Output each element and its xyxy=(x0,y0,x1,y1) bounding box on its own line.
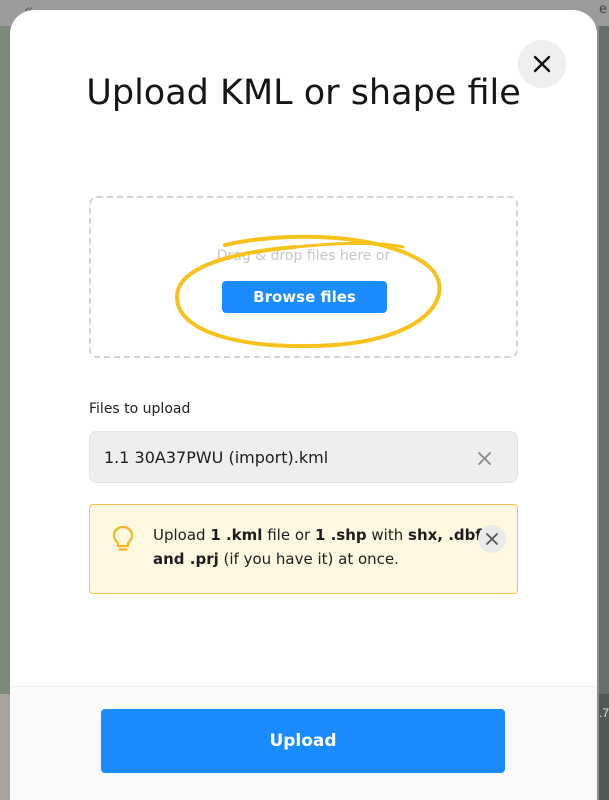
tip-text-part: Upload xyxy=(153,526,211,544)
modal-footer: Upload xyxy=(10,686,597,800)
tip-text-part: (if you have it) at once. xyxy=(218,550,399,568)
tip-text-part: file or xyxy=(262,526,315,544)
remove-file-button[interactable] xyxy=(474,448,494,468)
lightbulb-icon xyxy=(112,525,134,551)
background-edge-text: e xyxy=(599,2,607,17)
file-dropzone[interactable]: Drag & drop files here or Browse files xyxy=(89,196,518,358)
file-list-item: 1.1 30A37PWU (import).kml xyxy=(89,431,518,483)
modal-title: Upload KML or shape file xyxy=(86,73,521,113)
dismiss-tip-button[interactable] xyxy=(478,525,506,553)
upload-modal: Upload KML or shape file Drag & drop fil… xyxy=(10,10,597,800)
tip-text-part: with xyxy=(366,526,409,544)
dropzone-hint: Drag & drop files here or xyxy=(216,248,391,264)
tip-text-bold: 1 .kml xyxy=(210,526,263,544)
tip-text: Upload 1 .kml file or 1 .shp with shx, .… xyxy=(153,523,483,571)
close-icon xyxy=(486,533,498,545)
tip-text-bold: 1 .shp xyxy=(314,526,367,544)
background-strip-left xyxy=(0,694,10,800)
file-name: 1.1 30A37PWU (import).kml xyxy=(104,448,329,467)
upload-tip-banner: Upload 1 .kml file or 1 .shp with shx, .… xyxy=(89,504,518,594)
upload-button[interactable]: Upload xyxy=(101,709,505,773)
files-to-upload-label: Files to upload xyxy=(89,401,191,417)
remove-icon xyxy=(477,451,491,465)
browse-files-button[interactable]: Browse files xyxy=(222,281,387,313)
background-right-mark: .7 xyxy=(598,706,609,720)
